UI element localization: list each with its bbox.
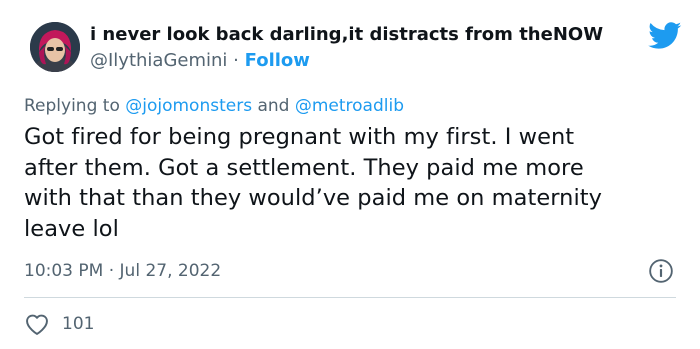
author-names: i never look back darling,it distracts f…	[90, 22, 650, 74]
tweet-text-line: with that than they would’ve paid me on …	[24, 185, 603, 211]
tweet-text-line: after them. Got a settlement. They paid …	[24, 154, 584, 181]
author-handle[interactable]: @IlythiaGemini	[90, 50, 227, 71]
author-display-name[interactable]: i never look back darling,it distracts f…	[90, 22, 650, 48]
follow-button[interactable]: Follow	[245, 50, 310, 71]
tweet-timestamp[interactable]: 10:03 PM · Jul 27, 2022	[24, 259, 221, 283]
tweet-text: Got fired for being pregnant with my fir…	[24, 122, 684, 244]
author-handle-row: @IlythiaGemini · Follow	[90, 48, 650, 74]
avatar-image	[30, 22, 80, 72]
reply-mention-link[interactable]: @jojomonsters	[125, 96, 252, 116]
reply-conjunction: and	[257, 96, 290, 116]
tweet-text-line: Got fired for being pregnant with my fir…	[24, 124, 575, 150]
heart-icon	[26, 314, 48, 335]
timestamp-separator: ·	[108, 261, 115, 281]
twitter-bird-icon[interactable]	[648, 22, 682, 50]
info-icon[interactable]	[648, 258, 674, 284]
like-button[interactable]: 101	[24, 311, 94, 337]
reply-mention-link[interactable]: @metroadlib	[295, 96, 404, 116]
tweet-text-line: leave lol	[24, 215, 119, 242]
reply-prefix: Replying to	[24, 96, 120, 116]
reply-context: Replying to @jojomonsters and @metroadli…	[24, 94, 404, 118]
handle-separator: ·	[233, 50, 239, 71]
tweet-card: i never look back darling,it distracts f…	[0, 0, 700, 349]
tweet-date: Jul 27, 2022	[119, 261, 222, 281]
tweet-header: i never look back darling,it distracts f…	[22, 14, 682, 78]
tweet-time: 10:03 PM	[24, 261, 104, 281]
avatar[interactable]	[30, 22, 80, 72]
like-count: 101	[62, 314, 95, 334]
divider	[24, 297, 676, 298]
